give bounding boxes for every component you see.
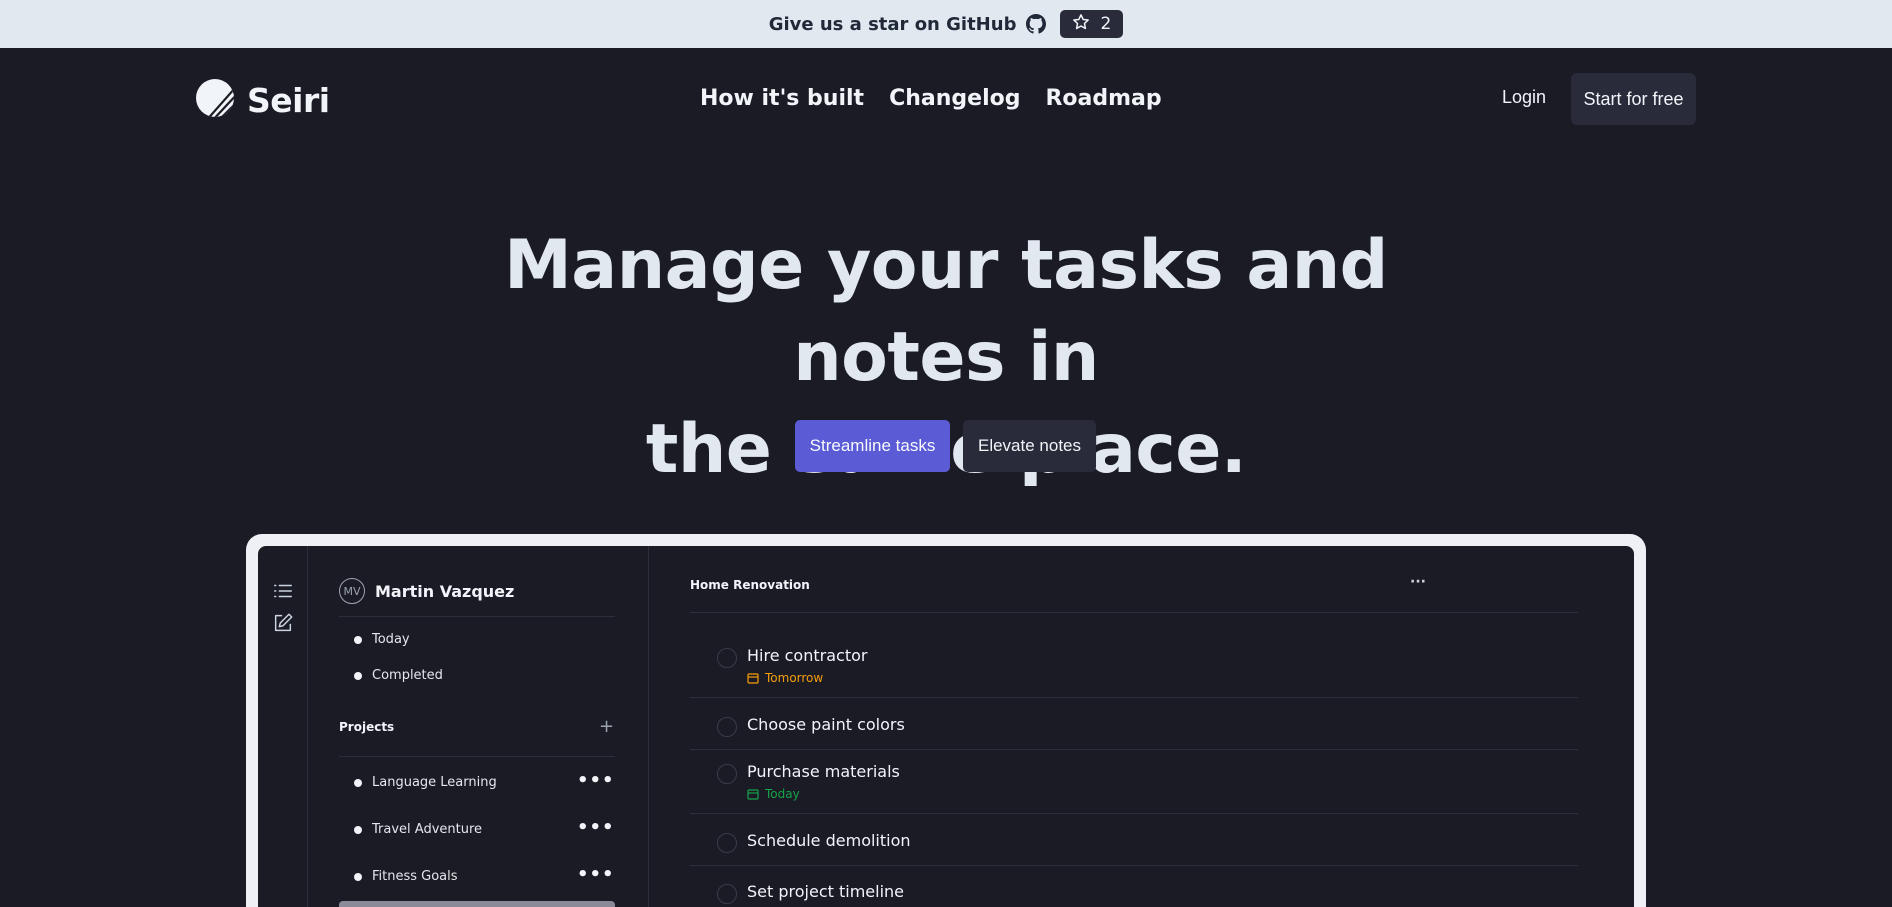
task-title: Purchase materials (747, 762, 900, 781)
bullet-icon (354, 635, 362, 644)
project-more-icon[interactable]: ••• (577, 864, 615, 885)
logo[interactable]: Seiri (195, 78, 330, 122)
task-title: Hire contractor (747, 646, 868, 665)
task-item[interactable]: Choose paint colors (717, 715, 905, 737)
task-checkbox[interactable] (717, 833, 737, 853)
star-count: 2 (1100, 14, 1112, 34)
sidebar-divider (339, 616, 615, 617)
task-divider (690, 813, 1578, 814)
task-due-label: Tomorrow (765, 671, 824, 685)
edit-note-icon[interactable] (272, 612, 294, 634)
sidebar-item-label: Language Learning (372, 775, 497, 790)
sidebar-item-language-learning[interactable]: Language Learning (354, 775, 497, 790)
task-due: Tomorrow (747, 671, 867, 685)
banner-text: Give us a star on GitHub (768, 13, 1017, 35)
bullet-icon (354, 872, 362, 881)
nav-link-how-its-built[interactable]: How it's built (700, 86, 864, 111)
streamline-tasks-button[interactable]: Streamline tasks (795, 420, 950, 472)
sidebar-item-label: Travel Adventure (372, 822, 483, 837)
sidebar-item-selected[interactable] (339, 901, 615, 907)
projects-heading: Projects (339, 720, 395, 734)
sidebar-item-label: Fitness Goals (372, 869, 458, 884)
task-checkbox[interactable] (717, 648, 737, 668)
task-title: Schedule demolition (747, 831, 911, 850)
task-title: Choose paint colors (747, 715, 905, 734)
task-due: Today (747, 787, 900, 801)
sidebar-item-fitness-goals[interactable]: Fitness Goals (354, 869, 458, 884)
sidebar-item-completed[interactable]: Completed (354, 668, 443, 683)
nav-links: How it's built Changelog Roadmap (700, 86, 1162, 111)
nav-link-roadmap[interactable]: Roadmap (1045, 86, 1161, 111)
bullet-icon (354, 778, 362, 787)
task-item[interactable]: Schedule demolition (717, 831, 911, 853)
task-due-label: Today (765, 787, 800, 801)
add-project-icon[interactable]: + (599, 716, 614, 737)
calendar-icon (747, 672, 759, 684)
logo-text: Seiri (247, 80, 330, 120)
star-icon (1072, 13, 1090, 36)
top-nav: Seiri How it's built Changelog Roadmap L… (0, 48, 1892, 152)
elevate-notes-button[interactable]: Elevate notes (963, 420, 1096, 472)
task-item[interactable]: Hire contractor Tomorrow (717, 646, 867, 685)
task-divider (690, 749, 1578, 750)
github-icon (1026, 14, 1047, 34)
user-name: Martin Vazquez (375, 581, 515, 601)
hero-buttons: Streamline tasks Elevate notes (795, 420, 1096, 472)
login-link[interactable]: Login (1502, 87, 1546, 108)
task-item[interactable]: Purchase materials Today (717, 762, 900, 801)
sidebar-item-label: Today (372, 632, 410, 647)
task-checkbox[interactable] (717, 717, 737, 737)
task-title: Set project timeline (747, 882, 904, 901)
project-more-icon[interactable]: ••• (577, 770, 615, 791)
task-item[interactable]: Set project timeline (717, 882, 904, 904)
bullet-icon (354, 671, 362, 680)
task-divider (690, 612, 1578, 613)
sidebar-divider (339, 756, 615, 757)
app-preview-frame: MV Martin Vazquez Today Completed Projec… (246, 534, 1646, 907)
star-count-badge[interactable]: 2 (1060, 10, 1124, 38)
hero-title-line-1: Manage your tasks and notes in (504, 226, 1388, 397)
logo-icon (195, 78, 235, 122)
user-profile[interactable]: MV Martin Vazquez (339, 578, 514, 604)
sidebar-item-travel-adventure[interactable]: Travel Adventure (354, 822, 482, 837)
task-panel: Home Renovation ··· Hire contractor Tomo… (650, 546, 1634, 907)
nav-link-changelog[interactable]: Changelog (889, 86, 1020, 111)
task-checkbox[interactable] (717, 884, 737, 904)
start-for-free-button[interactable]: Start for free (1571, 73, 1696, 125)
calendar-icon (747, 788, 759, 800)
task-checkbox[interactable] (717, 764, 737, 784)
avatar: MV (339, 578, 365, 604)
task-divider (690, 697, 1578, 698)
bullet-icon (354, 825, 362, 834)
app-preview: MV Martin Vazquez Today Completed Projec… (258, 546, 1634, 907)
github-star-banner[interactable]: Give us a star on GitHub 2 (0, 0, 1892, 48)
sidebar-item-today[interactable]: Today (354, 632, 410, 647)
sidebar: MV Martin Vazquez Today Completed Projec… (309, 546, 649, 907)
icon-rail (258, 546, 308, 907)
project-more-icon[interactable]: ••• (577, 817, 615, 838)
sidebar-item-label: Completed (372, 668, 443, 683)
project-title: Home Renovation (690, 578, 810, 592)
more-options-icon[interactable]: ··· (1410, 574, 1426, 590)
task-divider (690, 865, 1578, 866)
list-icon[interactable] (272, 580, 294, 602)
